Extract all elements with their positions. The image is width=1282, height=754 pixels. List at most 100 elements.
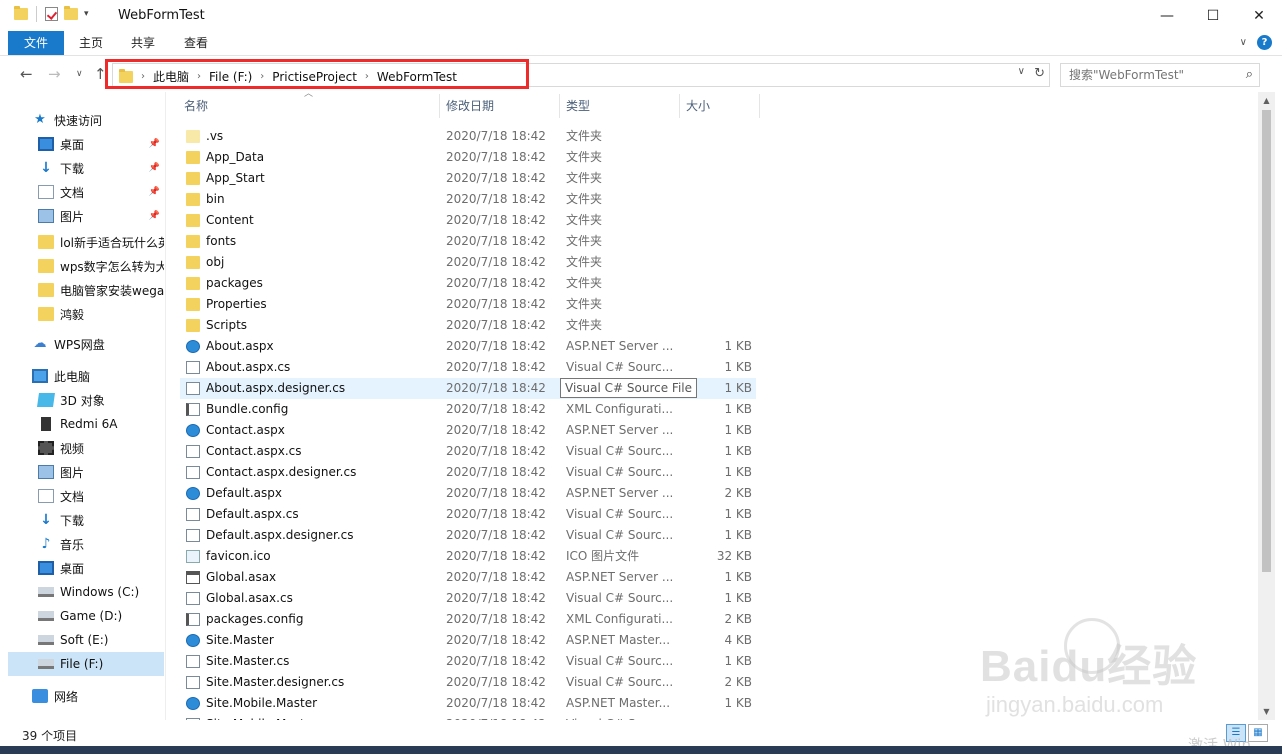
tab-share[interactable]: 共享 — [122, 31, 164, 55]
file-name: About.aspx — [206, 339, 274, 353]
scroll-down-icon[interactable]: ▼ — [1258, 703, 1275, 720]
sidebar-item[interactable]: 电脑管家安装wegar — [8, 278, 164, 302]
file-type: 文件夹 — [566, 318, 603, 332]
column-divider[interactable] — [679, 94, 680, 118]
sidebar-item[interactable]: 鸿毅 — [8, 302, 164, 326]
file-row[interactable]: Contact.aspx.cs 2020/7/18 18:42 Visual C# … — [180, 441, 756, 462]
minimize-button[interactable]: — — [1144, 0, 1190, 31]
file-row[interactable]: Contact.aspx.designer.cs 2020/7/18 18:42 V… — [180, 462, 756, 483]
back-arrow-icon[interactable]: ← — [20, 65, 33, 83]
pin-icon[interactable]: 📌 — [149, 211, 160, 221]
file-row[interactable]: App_Data 2020/7/18 18:42 文件夹 — [180, 147, 756, 168]
file-row[interactable]: favicon.ico 2020/7/18 18:42 ICO 图片文件 32 KB — [180, 546, 756, 567]
sidebar-item[interactable]: wps数字怎么转为大 — [8, 254, 164, 278]
tab-home[interactable]: 主页 — [70, 31, 112, 55]
pin-icon[interactable]: 📌 — [149, 163, 160, 173]
file-row[interactable]: Contact.aspx 2020/7/18 18:42 ASP.NET Serve… — [180, 420, 756, 441]
sidebar-item[interactable]: Redmi 6A — [8, 412, 164, 436]
large-icons-view-icon[interactable]: ▦ — [1248, 724, 1268, 742]
expand-ribbon-icon[interactable]: ∨ — [1240, 37, 1247, 48]
recent-locations-icon[interactable]: ∨ — [76, 69, 83, 79]
forward-arrow-icon[interactable]: → — [48, 65, 61, 83]
help-icon[interactable]: ? — [1257, 35, 1272, 50]
search-box[interactable]: ⌕ — [1060, 63, 1260, 87]
sidebar-item[interactable]: Windows (C:) — [8, 580, 164, 604]
sidebar-item[interactable]: lol新手适合玩什么英 — [8, 230, 164, 254]
sidebar-item[interactable]: 桌面 — [8, 556, 164, 580]
file-row[interactable]: Bundle.config 2020/7/18 18:42 XML Configur… — [180, 399, 756, 420]
sidebar-item[interactable]: ★ 快速访问 — [8, 108, 164, 132]
customize-toolbar-icon[interactable]: ▾ — [84, 9, 89, 19]
asax-file-icon — [186, 571, 200, 584]
column-header-name[interactable]: 名称 — [184, 92, 208, 120]
file-row[interactable]: Default.aspx.cs 2020/7/18 18:42 Visual C# … — [180, 504, 756, 525]
file-type: Visual C# Sourc... — [566, 591, 674, 605]
refresh-icon[interactable]: ↻ — [1034, 66, 1045, 81]
maximize-button[interactable]: ☐ — [1190, 0, 1236, 31]
sidebar-item[interactable]: 文档 📌 — [8, 180, 164, 204]
sidebar-item[interactable]: ☁ WPS网盘 — [8, 332, 164, 356]
file-row[interactable]: About.aspx 2020/7/18 18:42 ASP.NET Server … — [180, 336, 756, 357]
tab-file[interactable]: 文件 — [8, 31, 64, 55]
sidebar-item[interactable]: 视频 — [8, 436, 164, 460]
close-button[interactable]: ✕ — [1236, 0, 1282, 31]
column-divider[interactable] — [759, 94, 760, 118]
file-row[interactable]: App_Start 2020/7/18 18:42 文件夹 — [180, 168, 756, 189]
column-header-date[interactable]: 修改日期 — [446, 92, 494, 120]
file-row[interactable]: Default.aspx 2020/7/18 18:42 ASP.NET Serve… — [180, 483, 756, 504]
sidebar-item[interactable]: 文档 — [8, 484, 164, 508]
pin-icon[interactable]: 📌 — [149, 139, 160, 149]
file-row[interactable]: bin 2020/7/18 18:42 文件夹 — [180, 189, 756, 210]
file-row[interactable]: packages 2020/7/18 18:42 文件夹 — [180, 273, 756, 294]
sidebar-item[interactable]: ♪ 音乐 — [8, 532, 164, 556]
sidebar-item[interactable]: File (F:) — [8, 652, 164, 676]
file-row[interactable]: Site.Master 2020/7/18 18:42 ASP.NET Master… — [180, 630, 756, 651]
sidebar-item[interactable]: 图片 📌 — [8, 204, 164, 228]
scroll-up-icon[interactable]: ▲ — [1258, 92, 1275, 109]
file-name: About.aspx.designer.cs — [206, 381, 346, 395]
new-folder-icon[interactable] — [64, 6, 78, 20]
file-row[interactable]: About.aspx.cs 2020/7/18 18:42 Visual C# So… — [180, 357, 756, 378]
file-row[interactable]: Properties 2020/7/18 18:42 文件夹 — [180, 294, 756, 315]
sidebar-item[interactable]: 3D 对象 — [8, 388, 164, 412]
tab-view[interactable]: 查看 — [175, 31, 217, 55]
file-row[interactable]: .vs 2020/7/18 18:42 文件夹 — [180, 126, 756, 147]
column-header-size[interactable]: 大小 — [686, 92, 710, 120]
search-input[interactable] — [1061, 64, 1231, 86]
sidebar-item[interactable]: ↓ 下载 📌 — [8, 156, 164, 180]
download-icon: ↓ — [40, 160, 52, 176]
column-divider[interactable] — [559, 94, 560, 118]
file-row[interactable]: Scripts 2020/7/18 18:42 文件夹 — [180, 315, 756, 336]
sidebar-item[interactable]: ↓ 下载 — [8, 508, 164, 532]
sidebar-item[interactable]: 网络 — [8, 684, 164, 708]
file-row[interactable]: Site.Mobile.Master 2020/7/18 18:42 ASP.NET… — [180, 693, 756, 714]
file-type: ASP.NET Master... — [566, 696, 671, 710]
sidebar-item[interactable]: Soft (E:) — [8, 628, 164, 652]
sidebar-item[interactable]: 此电脑 — [8, 364, 164, 388]
file-row[interactable]: Global.asax.cs 2020/7/18 18:42 Visual C# S… — [180, 588, 756, 609]
pin-icon[interactable]: 📌 — [149, 187, 160, 197]
scroll-thumb[interactable] — [1262, 110, 1271, 572]
search-icon[interactable]: ⌕ — [1246, 67, 1253, 82]
file-name: About.aspx.cs — [206, 360, 291, 374]
file-name: Global.asax.cs — [206, 591, 293, 605]
file-row[interactable]: Content 2020/7/18 18:42 文件夹 — [180, 210, 756, 231]
column-divider[interactable] — [439, 94, 440, 118]
folder-icon[interactable] — [14, 6, 28, 20]
vertical-scrollbar[interactable]: ▲ ▼ — [1258, 92, 1275, 720]
sidebar-item[interactable]: 图片 — [8, 460, 164, 484]
properties-icon[interactable] — [45, 7, 58, 21]
sidebar-item[interactable]: 桌面 📌 — [8, 132, 164, 156]
file-row[interactable]: Default.aspx.designer.cs 2020/7/18 18:42 V… — [180, 525, 756, 546]
file-row[interactable]: Global.asax 2020/7/18 18:42 ASP.NET Server… — [180, 567, 756, 588]
file-row[interactable]: fonts 2020/7/18 18:42 文件夹 — [180, 231, 756, 252]
desktop-icon — [38, 561, 54, 575]
file-row[interactable]: Site.Mobile.Master.cs 2020/7/18 18:42 Visu… — [180, 714, 756, 720]
address-dropdown-icon[interactable]: ∨ — [1018, 66, 1025, 77]
column-header-type[interactable]: 类型 — [566, 92, 590, 120]
file-row[interactable]: packages.config 2020/7/18 18:42 XML Config… — [180, 609, 756, 630]
file-row[interactable]: Site.Master.designer.cs 2020/7/18 18:42 Vi… — [180, 672, 756, 693]
file-row[interactable]: obj 2020/7/18 18:42 文件夹 — [180, 252, 756, 273]
file-row[interactable]: Site.Master.cs 2020/7/18 18:42 Visual C# S… — [180, 651, 756, 672]
sidebar-item[interactable]: Game (D:) — [8, 604, 164, 628]
